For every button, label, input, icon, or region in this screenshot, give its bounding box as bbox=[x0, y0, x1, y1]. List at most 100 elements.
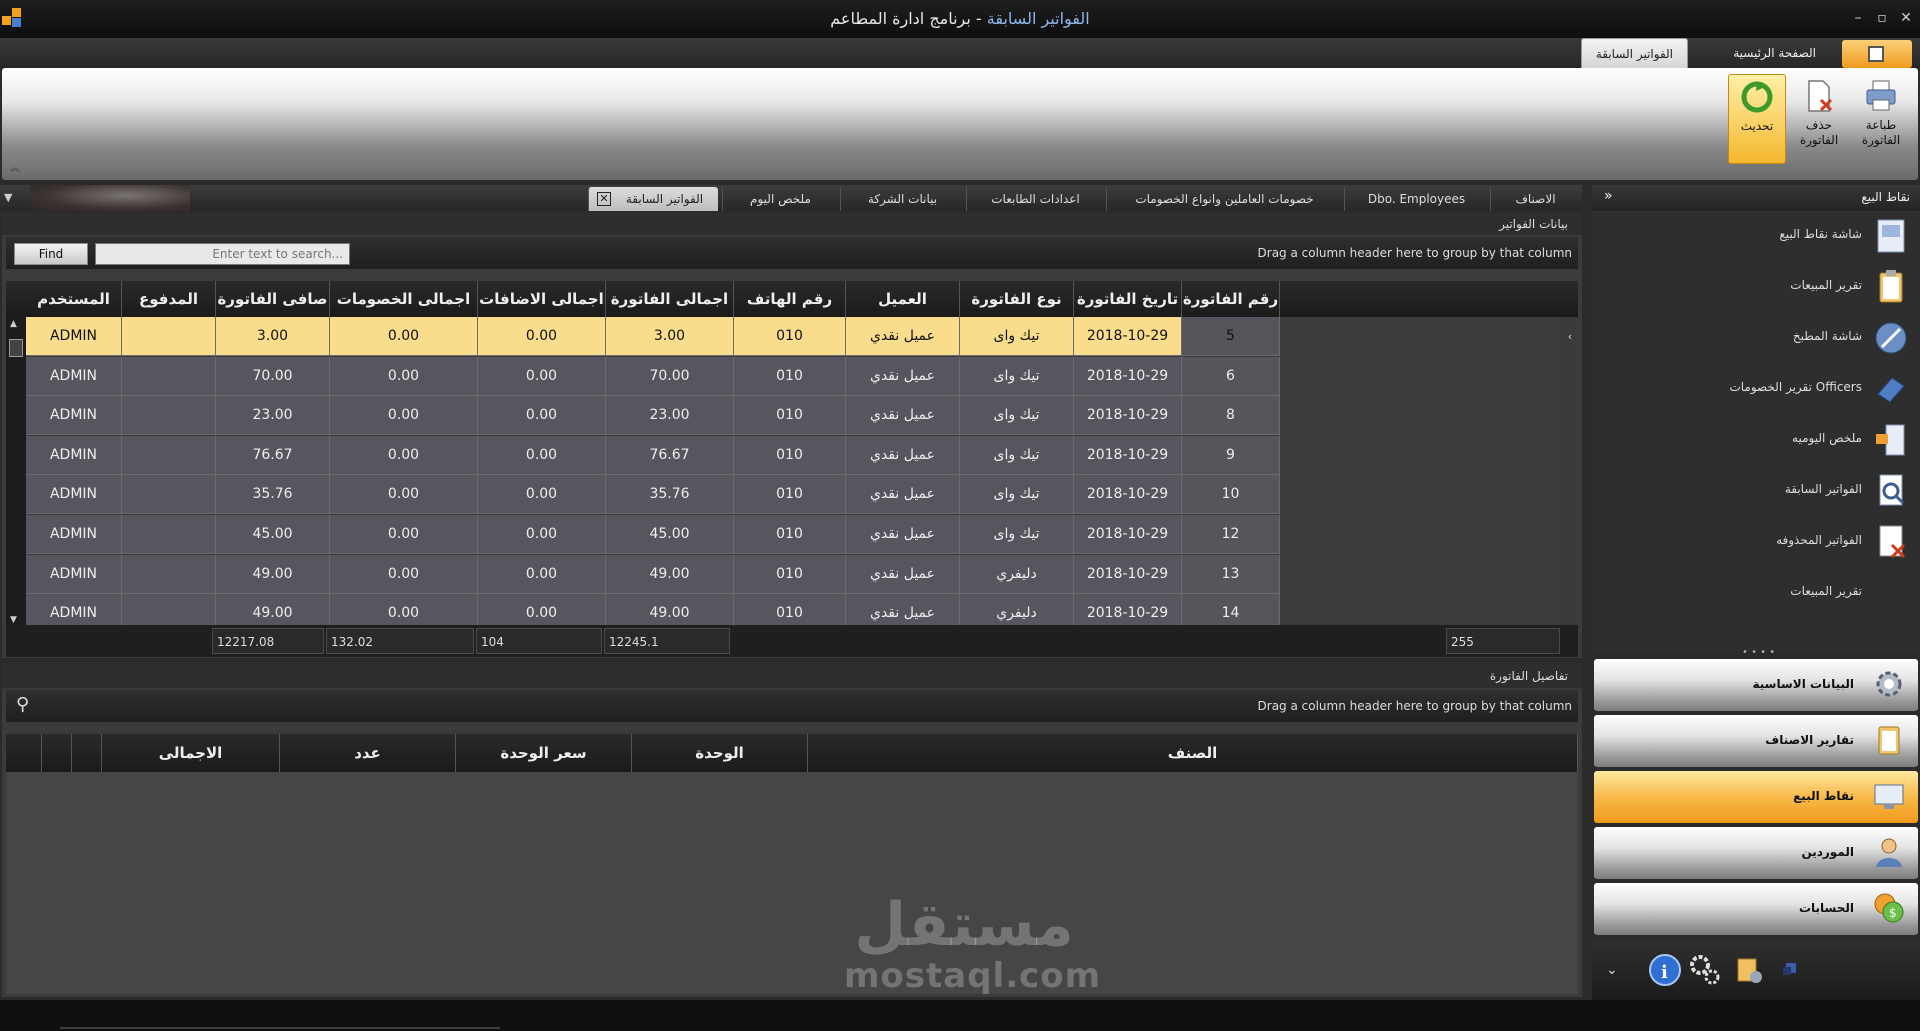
table-cell[interactable]: 70.00 bbox=[216, 356, 330, 396]
table-cell[interactable]: 9 bbox=[1182, 435, 1280, 475]
table-cell[interactable]: 3.00 bbox=[216, 317, 330, 356]
column-header[interactable]: اجمالى الاضافات bbox=[478, 281, 606, 317]
column-header[interactable]: صافى الفاتورة bbox=[216, 281, 330, 317]
table-cell[interactable]: 0.00 bbox=[478, 475, 606, 515]
table-cell[interactable]: 0.00 bbox=[330, 317, 478, 356]
table-cell[interactable]: 0.00 bbox=[330, 594, 478, 627]
table-cell[interactable]: عميل نقدي bbox=[846, 554, 960, 594]
nav-item-previous-invoices[interactable]: الفواتير السابقة bbox=[1592, 466, 1920, 517]
table-cell[interactable]: 2018-10-29 bbox=[1074, 594, 1182, 627]
table-cell[interactable]: ADMIN bbox=[26, 396, 122, 436]
close-icon[interactable]: ✕ bbox=[1896, 8, 1916, 28]
table-cell[interactable]: عميل نقدي bbox=[846, 594, 960, 627]
table-cell[interactable]: 0.00 bbox=[330, 515, 478, 554]
table-cell[interactable]: 2018-10-29 bbox=[1074, 396, 1182, 436]
table-cell[interactable]: 5 bbox=[1182, 317, 1280, 356]
table-cell[interactable]: 35.76 bbox=[216, 475, 330, 515]
collapse-panel-icon[interactable]: » bbox=[1604, 188, 1613, 204]
table-cell[interactable]: تيك واى bbox=[960, 515, 1074, 554]
row-indicator-icon[interactable] bbox=[1562, 396, 1578, 436]
details-blank-col-3[interactable] bbox=[72, 734, 102, 772]
table-cell[interactable]: 10 bbox=[1182, 475, 1280, 515]
table-cell[interactable]: 010 bbox=[734, 554, 846, 594]
table-cell[interactable] bbox=[122, 554, 216, 594]
table-cell[interactable]: 010 bbox=[734, 515, 846, 554]
column-header[interactable]: تاريخ الفاتورة bbox=[1074, 281, 1182, 317]
table-cell[interactable]: 0.00 bbox=[478, 515, 606, 554]
nav-item-deleted-invoices[interactable]: الفواتير المحذوفه bbox=[1592, 517, 1920, 568]
table-cell[interactable]: 45.00 bbox=[216, 515, 330, 554]
details-col-total[interactable]: الاجمالى bbox=[102, 734, 280, 772]
table-cell[interactable]: عميل نقدي bbox=[846, 435, 960, 475]
table-cell[interactable]: 49.00 bbox=[606, 554, 734, 594]
table-row[interactable]: ADMIN 70.00 0.00 0.00 70.00 010 عميل نقدي تيك و… bbox=[6, 356, 1578, 396]
table-row[interactable]: ADMIN 3.00 0.00 0.00 3.00 010 عميل نقدي تيك واى… bbox=[6, 317, 1578, 356]
table-cell[interactable]: تيك واى bbox=[960, 435, 1074, 475]
nav-group-basic-data[interactable]: البيانات الاساسية bbox=[1594, 659, 1918, 711]
column-header[interactable]: نوع الفاتورة bbox=[960, 281, 1074, 317]
doc-tab-day-summary[interactable]: ملخص اليوم bbox=[722, 187, 838, 211]
table-cell[interactable]: عميل نقدي bbox=[846, 475, 960, 515]
table-cell[interactable]: 6 bbox=[1182, 356, 1280, 396]
table-cell[interactable]: 2018-10-29 bbox=[1074, 554, 1182, 594]
column-header[interactable]: اجمالى الخصومات bbox=[330, 281, 478, 317]
nav-item-kitchen-screen[interactable]: شاشة المطبخ bbox=[1592, 313, 1920, 364]
table-cell[interactable]: 0.00 bbox=[330, 435, 478, 475]
table-cell[interactable]: 23.00 bbox=[606, 396, 734, 436]
restore-window-icon[interactable] bbox=[1774, 953, 1808, 987]
minimize-icon[interactable]: – bbox=[1848, 8, 1868, 28]
table-cell[interactable]: 2018-10-29 bbox=[1074, 515, 1182, 554]
row-indicator-icon[interactable] bbox=[1562, 356, 1578, 396]
table-cell[interactable]: دليفري bbox=[960, 554, 1074, 594]
database-settings-icon[interactable] bbox=[1732, 953, 1766, 987]
nav-item-sales-report-2[interactable]: تقرير المبيعات bbox=[1592, 568, 1920, 619]
row-indicator-icon[interactable] bbox=[1562, 435, 1578, 475]
table-cell[interactable]: ADMIN bbox=[26, 515, 122, 554]
settings-gears-icon[interactable] bbox=[1688, 953, 1722, 987]
doc-tab-employees[interactable]: Dbo. Employees bbox=[1344, 187, 1488, 211]
application-menu-button[interactable] bbox=[1842, 40, 1912, 68]
details-col-qty[interactable]: عدد bbox=[280, 734, 456, 772]
tab-home[interactable]: الصفحة الرئيسية bbox=[1719, 38, 1830, 68]
table-cell[interactable]: ADMIN bbox=[26, 356, 122, 396]
doc-tab-employee-discounts[interactable]: خصومات العاملين وانواع الخصومات bbox=[1106, 187, 1342, 211]
table-cell[interactable]: تيك واى bbox=[960, 317, 1074, 356]
nav-item-day-summary[interactable]: ملخص اليوميه bbox=[1592, 415, 1920, 466]
table-cell[interactable]: 0.00 bbox=[478, 317, 606, 356]
table-row[interactable]: ADMIN 49.00 0.00 0.00 49.00 010 عميل نقدي دليفر… bbox=[6, 594, 1578, 627]
doc-tab-items[interactable]: الاصناف bbox=[1490, 187, 1580, 211]
table-cell[interactable]: 35.76 bbox=[606, 475, 734, 515]
table-cell[interactable]: 49.00 bbox=[216, 594, 330, 627]
row-indicator-icon[interactable] bbox=[1562, 594, 1578, 627]
table-cell[interactable]: عميل نقدي bbox=[846, 356, 960, 396]
details-col-unit[interactable]: الوحدة bbox=[632, 734, 808, 772]
table-cell[interactable]: عميل نقدي bbox=[846, 317, 960, 356]
column-header[interactable]: رقم الهاتف bbox=[734, 281, 846, 317]
table-cell[interactable]: 0.00 bbox=[478, 554, 606, 594]
table-cell[interactable]: 23.00 bbox=[216, 396, 330, 436]
table-cell[interactable]: 49.00 bbox=[606, 594, 734, 627]
table-row[interactable]: ADMIN 49.00 0.00 0.00 49.00 010 عميل نقدي دليفر… bbox=[6, 554, 1578, 594]
table-cell[interactable] bbox=[122, 594, 216, 627]
column-header[interactable]: المدفوع bbox=[122, 281, 216, 317]
table-cell[interactable]: ADMIN bbox=[26, 435, 122, 475]
table-cell[interactable]: 3.00 bbox=[606, 317, 734, 356]
table-cell[interactable]: تيك واى bbox=[960, 475, 1074, 515]
tab-previous-invoices[interactable]: الفواتير السابقة bbox=[1580, 38, 1688, 68]
close-tab-icon[interactable]: ✕ bbox=[597, 192, 611, 206]
table-cell[interactable]: 010 bbox=[734, 435, 846, 475]
table-cell[interactable]: ADMIN bbox=[26, 594, 122, 627]
row-indicator-icon[interactable] bbox=[1562, 475, 1578, 515]
table-cell[interactable] bbox=[122, 356, 216, 396]
table-cell[interactable]: دليفري bbox=[960, 594, 1074, 627]
table-cell[interactable]: 0.00 bbox=[478, 435, 606, 475]
chevron-down-icon[interactable]: ⌄ bbox=[1606, 953, 1640, 987]
table-cell[interactable]: عميل نقدي bbox=[846, 396, 960, 436]
print-invoice-button[interactable]: طباعة الفاتورة bbox=[1852, 74, 1910, 164]
doc-tab-printer-settings[interactable]: اعدادات الطابعات bbox=[966, 187, 1104, 211]
details-col-item[interactable]: الصنف bbox=[808, 734, 1578, 772]
nav-item-pos-screen[interactable]: شاشة نقاط البيع bbox=[1592, 211, 1920, 262]
table-cell[interactable]: 13 bbox=[1182, 554, 1280, 594]
column-header[interactable]: رقم الفاتورة bbox=[1182, 281, 1280, 317]
table-cell[interactable]: 14 bbox=[1182, 594, 1280, 627]
